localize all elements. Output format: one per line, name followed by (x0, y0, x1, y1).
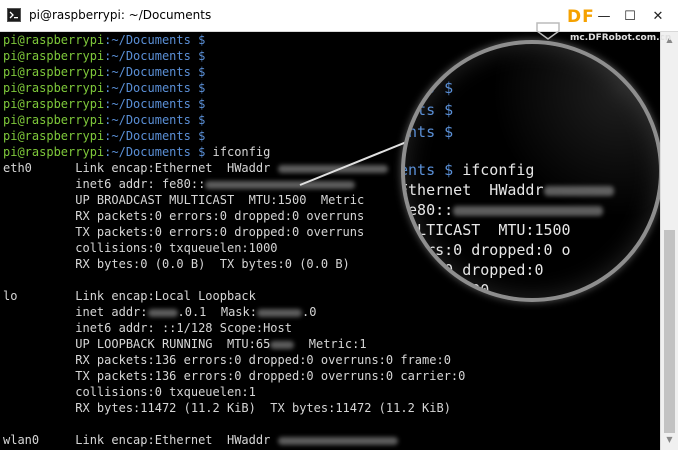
eth0-text: eth0 Link encap:Ethernet HWaddr (3, 161, 278, 175)
magnified-line: ents $ (401, 78, 454, 98)
lo-text: .0 (301, 305, 317, 319)
magnified-text: fe80:: (401, 201, 454, 219)
prompt-user: pi@raspberrypi (3, 49, 105, 63)
lo-text: .0.1 Mask: (177, 305, 257, 319)
wlan0-text: wlan0 Link encap:Ethernet HWaddr (3, 433, 278, 447)
magnified-line: rrors:0 dropped:0 o (401, 241, 571, 259)
lo-line: lo Link encap:Local Loopback (3, 289, 256, 303)
scroll-thumb[interactable] (664, 230, 675, 433)
wlan0-line: wlan0 Link encap:Ethernet HWaddr (3, 432, 398, 448)
lo-line: UP LOOPBACK RUNNING MTU:65 Metric:1 (3, 336, 367, 352)
magnified-line: ents $ (401, 100, 454, 120)
lo-line: inet addr: .0.1 Mask: .0 (3, 304, 316, 320)
eth0-line: collisions:0 txqueuelen:1000 (3, 241, 278, 255)
prompt-user: pi@raspberrypi (3, 97, 105, 111)
prompt-line-command: pi@raspberrypi:~/Documents $ ifconfig (3, 144, 270, 160)
prompt-path: :~/Documents $ (104, 81, 206, 95)
prompt-path: :~/Documents $ (104, 129, 206, 143)
minimize-icon: — (597, 8, 611, 24)
prompt-path: :~/Documents $ (104, 49, 206, 63)
prompt-path: :~/Documents $ (104, 145, 206, 159)
prompt-line: pi@raspberrypi:~/Documents $ (3, 64, 205, 80)
maximize-icon: ☐ (624, 8, 636, 24)
prompt-line: pi@raspberrypi:~/Documents $ (3, 96, 205, 112)
prompt-path: :~/Documents $ (104, 33, 206, 47)
prompt-user: pi@raspberrypi (3, 145, 105, 159)
lo-line: TX packets:136 errors:0 dropped:0 overru… (3, 369, 466, 383)
prompt-path: :~/Documents $ (104, 113, 206, 127)
magnified-path: ents $ (401, 123, 454, 141)
eth0-line: UP BROADCAST MULTICAST MTU:1500 Metric (3, 193, 365, 207)
watermark-url: mc.DFRobot.com.cn (570, 33, 672, 43)
eth0-line: RX bytes:0 (0.0 B) TX bytes:0 (0.0 B) (3, 257, 350, 271)
redacted-mask (256, 308, 302, 317)
command-text: ifconfig (205, 145, 271, 159)
magnifier-lens: ents $ ents $ ents $ ents $ ifconfig Eth… (401, 40, 663, 302)
prompt-user: pi@raspberrypi (3, 81, 105, 95)
lo-line: RX packets:136 errors:0 dropped:0 overru… (3, 353, 451, 367)
magnified-line: rors:0 dropped:0 (401, 261, 544, 279)
prompt-user: pi@raspberrypi (3, 65, 105, 79)
lo-text: Metric:1 (294, 337, 367, 351)
prompt-line: pi@raspberrypi:~/Documents $ (3, 32, 205, 48)
terminal-app-icon (7, 8, 21, 22)
lo-line: collisions:0 txqueuelen:1 (3, 385, 256, 399)
prompt-line: pi@raspberrypi:~/Documents $ (3, 80, 205, 96)
redacted-mtu (270, 340, 295, 349)
magnified-line: ents $ (401, 122, 454, 142)
eth0-line: TX packets:0 errors:0 dropped:0 overruns (3, 225, 365, 239)
eth0-line: RX packets:0 errors:0 dropped:0 overruns (3, 209, 365, 223)
window-title: pi@raspberrypi: ~/Documents (29, 8, 212, 22)
prompt-line: pi@raspberrypi:~/Documents $ (3, 128, 205, 144)
scroll-down-icon[interactable]: ▼ (661, 432, 678, 448)
lo-line: inet6 addr: ::1/128 Scope:Host (3, 321, 292, 335)
prompt-line: pi@raspberrypi:~/Documents $ (3, 112, 205, 128)
prompt-line: pi@raspberrypi:~/Documents $ (3, 48, 205, 64)
prompt-user: pi@raspberrypi (3, 113, 105, 127)
close-icon: ✕ (652, 8, 664, 24)
maximize-button[interactable]: ☐ (615, 0, 645, 32)
close-button[interactable]: ✕ (643, 0, 673, 32)
lo-text: inet addr: (3, 305, 148, 319)
prompt-path: :~/Documents $ (104, 97, 206, 111)
magnified-line: uelen:1000 (401, 281, 490, 299)
prompt-path: :~/Documents $ (104, 65, 206, 79)
lo-line: RX bytes:11472 (11.2 KiB) TX bytes:11472… (3, 401, 451, 415)
vertical-scrollbar[interactable]: ▲ ▼ (660, 32, 678, 450)
redacted-ipv6 (205, 180, 356, 189)
title-bar: pi@raspberrypi: ~/Documents DF — ☐ ✕ (0, 0, 678, 32)
prompt-user: pi@raspberrypi (3, 33, 105, 47)
eth0-text: inet6 addr: fe80:: (3, 177, 206, 191)
magnified-path: ents $ (401, 79, 454, 97)
watermark-shield-icon (536, 22, 560, 40)
magnified-path: ents $ (401, 161, 454, 179)
lo-text: UP LOOPBACK RUNNING MTU:65 (3, 337, 271, 351)
prompt-user: pi@raspberrypi (3, 129, 105, 143)
magnified-path: ents $ (401, 101, 454, 119)
redacted-mac (277, 436, 398, 445)
redacted-ip (147, 308, 178, 317)
